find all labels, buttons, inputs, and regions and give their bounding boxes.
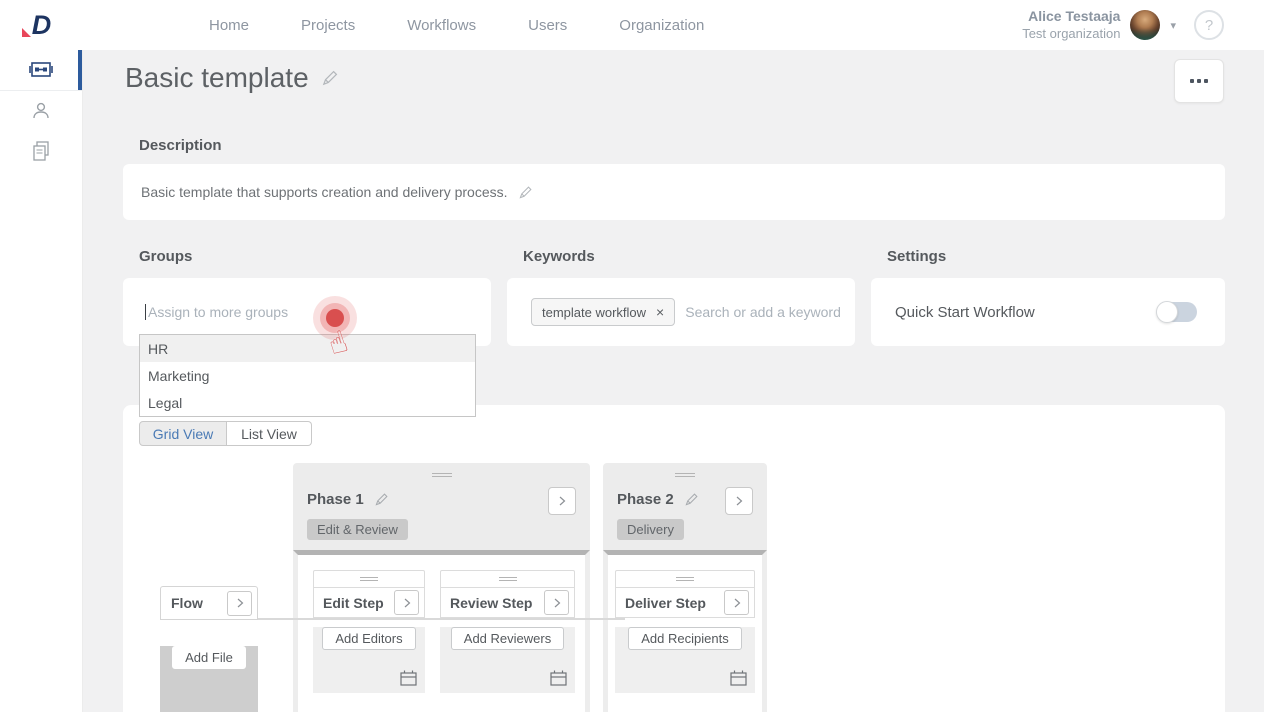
phase-2-title: Phase 2 [617, 491, 674, 508]
drag-handle-icon [676, 577, 694, 583]
user-info: Alice Testaaja Test organization [1022, 8, 1120, 42]
chevron-down-icon[interactable]: ▾ [1170, 19, 1176, 32]
nav-workflows[interactable]: Workflows [407, 17, 476, 34]
help-button[interactable]: ? [1194, 10, 1224, 40]
flow-title: Flow [171, 595, 203, 611]
more-options-button[interactable] [1174, 59, 1224, 103]
flow-expand-button[interactable] [227, 591, 252, 616]
groups-input[interactable]: Assign to more groups [148, 304, 288, 320]
description-text: Basic template that supports creation an… [141, 184, 508, 200]
flow-body: Add File [160, 646, 258, 712]
drag-handle-icon [360, 577, 378, 583]
description-heading: Description [139, 137, 1225, 154]
step-drag-handle[interactable] [615, 570, 755, 588]
quick-start-workflow-toggle[interactable] [1157, 302, 1197, 322]
phase-2-tag: Delivery [617, 519, 684, 540]
add-recipients-button[interactable]: Add Recipients [628, 627, 741, 650]
drag-handle-icon [499, 577, 517, 583]
settings-card: Quick Start Workflow [871, 278, 1225, 346]
logo-red-triangle-icon [22, 28, 31, 37]
tab-list-view[interactable]: List View [227, 421, 312, 446]
sidebar-item-workflow-templates[interactable] [0, 50, 82, 90]
ellipsis-icon [1190, 79, 1194, 83]
keyword-chip-label: template workflow [542, 305, 646, 320]
edit-phase-1-icon[interactable] [374, 492, 389, 507]
chevron-right-icon [235, 597, 245, 609]
tab-grid-view[interactable]: Grid View [139, 421, 227, 446]
chevron-right-icon [732, 597, 742, 609]
calendar-icon[interactable] [730, 670, 747, 686]
keyword-chip: template workflow × [531, 298, 675, 326]
step-card-deliver[interactable]: Deliver Step Add Recipients [615, 570, 755, 693]
nav-home[interactable]: Home [209, 17, 249, 34]
main-content: Basic template Description Basic templat… [83, 50, 1264, 712]
step-drag-handle[interactable] [313, 570, 425, 588]
avatar[interactable] [1130, 10, 1160, 40]
top-bar: D Home Projects Workflows Users Organiza… [0, 0, 1264, 50]
groups-dropdown: HR Marketing Legal [139, 334, 476, 417]
user-organization: Test organization [1022, 26, 1120, 42]
chevron-right-icon [402, 597, 412, 609]
user-menu[interactable]: Alice Testaaja Test organization ▾ ? [1022, 8, 1264, 42]
keywords-card: template workflow × Search or add a keyw… [507, 278, 855, 346]
view-tabs: Grid View List View [139, 421, 312, 446]
user-name: Alice Testaaja [1022, 8, 1120, 26]
review-step-title: Review Step [450, 595, 532, 611]
description-card: Basic template that supports creation an… [123, 164, 1225, 220]
step-card-review[interactable]: Review Step Add Reviewers [440, 570, 575, 693]
sidebar-item-documents[interactable] [0, 131, 82, 171]
edit-step-expand-button[interactable] [394, 590, 419, 615]
calendar-icon[interactable] [550, 670, 567, 686]
nav-organization[interactable]: Organization [619, 17, 704, 34]
settings-heading: Settings [887, 248, 1225, 265]
drag-handle-icon[interactable] [432, 473, 452, 479]
remove-keyword-icon[interactable]: × [656, 304, 664, 320]
edit-phase-2-icon[interactable] [684, 492, 699, 507]
review-step-expand-button[interactable] [544, 590, 569, 615]
quick-start-workflow-label: Quick Start Workflow [895, 304, 1035, 321]
toggle-knob [1156, 301, 1178, 323]
deliver-step-expand-button[interactable] [724, 590, 749, 615]
add-file-button[interactable]: Add File [172, 646, 246, 669]
keywords-heading: Keywords [523, 248, 855, 265]
chevron-right-icon [734, 495, 744, 507]
deliver-step-title: Deliver Step [625, 595, 706, 611]
app-logo[interactable]: D [0, 12, 83, 39]
calendar-icon[interactable] [400, 670, 417, 686]
phase-2-expand-button[interactable] [725, 487, 753, 515]
edit-step-title: Edit Step [323, 595, 384, 611]
workflow-icon [29, 61, 53, 79]
sidebar-item-users[interactable] [0, 91, 82, 131]
phase-2-header[interactable]: Phase 2 Delivery [603, 463, 767, 550]
flow-box[interactable]: Flow Add File [160, 586, 258, 712]
step-card-edit[interactable]: Edit Step Add Editors [313, 570, 425, 693]
page-title: Basic template [125, 62, 309, 94]
groups-heading: Groups [139, 248, 491, 265]
workflow-panel: Grid View List View Phase 1 Edit & Revie… [123, 405, 1225, 712]
edit-description-icon[interactable] [518, 185, 533, 200]
dropdown-item-marketing[interactable]: Marketing [140, 362, 475, 389]
keyword-search-input[interactable]: Search or add a keyword [685, 304, 841, 320]
phase-1-expand-button[interactable] [548, 487, 576, 515]
step-drag-handle[interactable] [440, 570, 575, 588]
chevron-right-icon [557, 495, 567, 507]
edit-title-icon[interactable] [321, 69, 339, 87]
nav-users[interactable]: Users [528, 17, 567, 34]
user-icon [31, 101, 51, 121]
logo-d-icon: D [32, 12, 52, 39]
main-nav: Home Projects Workflows Users Organizati… [209, 17, 704, 34]
phase-1-title: Phase 1 [307, 491, 364, 508]
phase-1-tag: Edit & Review [307, 519, 408, 540]
phase-1-header[interactable]: Phase 1 Edit & Review [293, 463, 590, 550]
text-cursor [145, 304, 146, 320]
chevron-right-icon [552, 597, 562, 609]
dropdown-item-hr[interactable]: HR [140, 335, 475, 362]
dropdown-item-legal[interactable]: Legal [140, 389, 475, 416]
drag-handle-icon[interactable] [675, 473, 695, 479]
add-editors-button[interactable]: Add Editors [322, 627, 415, 650]
sidebar [0, 50, 83, 712]
add-reviewers-button[interactable]: Add Reviewers [451, 627, 564, 650]
documents-icon [31, 140, 51, 162]
nav-projects[interactable]: Projects [301, 17, 355, 34]
